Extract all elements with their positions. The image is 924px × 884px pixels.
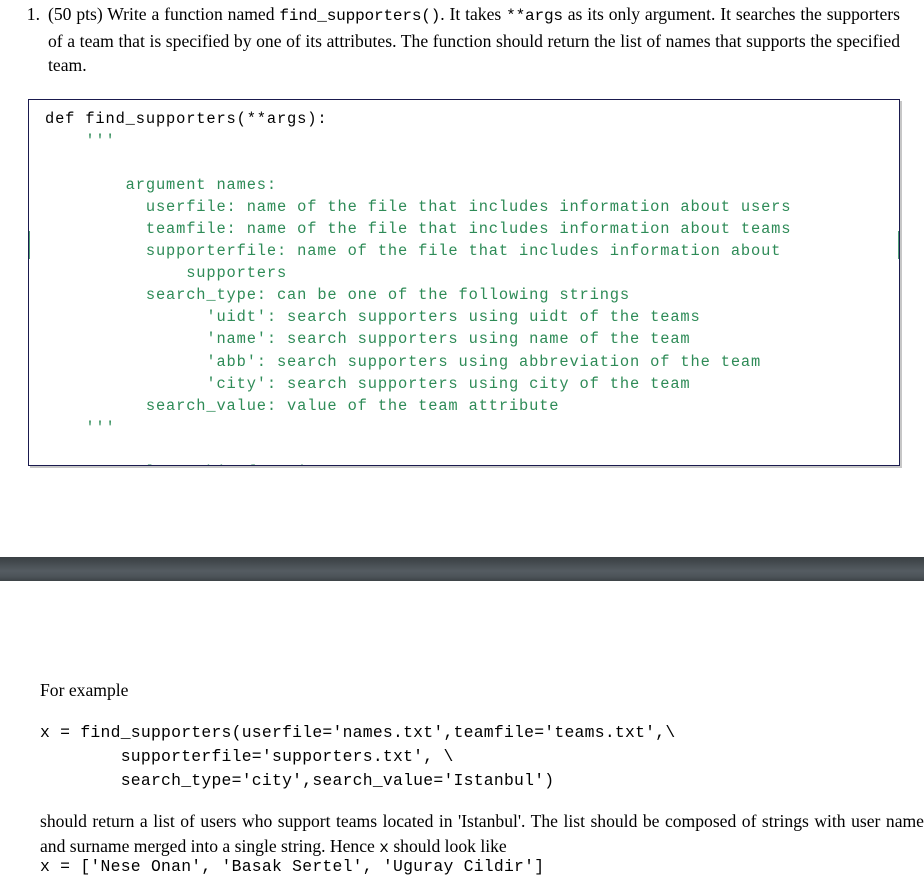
explanation-inline-code-x: x [379,838,389,857]
problem-inline-code-function-name: find_supporters() [279,7,441,25]
code-line: 'name': search supporters using name of … [45,330,691,349]
code-line: def find_supporters(**args): [45,110,328,128]
document-page-two: For example x = find_supporters(userfile… [0,581,924,884]
code-line: supporterfile='supporters.txt', \ [40,747,454,766]
code-line: search_type='city',search_value='Istanbu… [40,771,555,790]
code-line: ''' [45,132,116,151]
problem-body: (50 pts) Write a function named find_sup… [48,2,924,78]
code-line: teamfile: name of the file that includes… [45,220,792,239]
problem-number: 1. [26,4,40,24]
code-line: userfile: name of the file that includes… [45,198,792,217]
code-line: 'uidt': search supporters using uidt of … [45,308,701,327]
problem-text-part-1: (50 pts) Write a function named [48,4,280,24]
code-line: x = find_supporters(userfile='names.txt'… [40,723,676,742]
explanation-text-part-2: should look like [388,835,507,856]
problem-text-part-2: . It takes [440,4,507,24]
example-call-code: x = find_supporters(userfile='names.txt'… [40,721,675,793]
code-line: # complete this function [45,461,897,465]
page-separator-band [0,557,924,581]
code-line: 'city': search supporters using city of … [45,374,691,393]
code-line: argument names: [45,176,277,195]
code-line: 'abb': search supporters using abbreviat… [45,352,762,371]
explanation-paragraph: should return a list of users who suppor… [40,809,924,860]
code-listing-box: def find_supporters(**args): ''' argumen… [28,99,900,466]
example-result-code: x = ['Nese Onan', 'Basak Sertel', 'Ugura… [40,857,545,876]
code-line: search_type: can be one of the following… [45,286,630,305]
problem-statement: 1. (50 pts) Write a function named find_… [0,2,924,78]
code-line: supporters [45,264,288,283]
code-line: supporterfile: name of the file that inc… [45,242,782,261]
document-page-one: 1. (50 pts) Write a function named find_… [0,0,924,557]
for-example-label: For example [40,680,129,700]
code-line: ''' [45,418,116,437]
code-listing-content: def find_supporters(**args): ''' argumen… [45,108,897,465]
problem-row: 1. (50 pts) Write a function named find_… [0,2,924,78]
problem-inline-code-args: **args [506,7,563,25]
code-line: search_value: value of the team attribut… [45,396,560,415]
